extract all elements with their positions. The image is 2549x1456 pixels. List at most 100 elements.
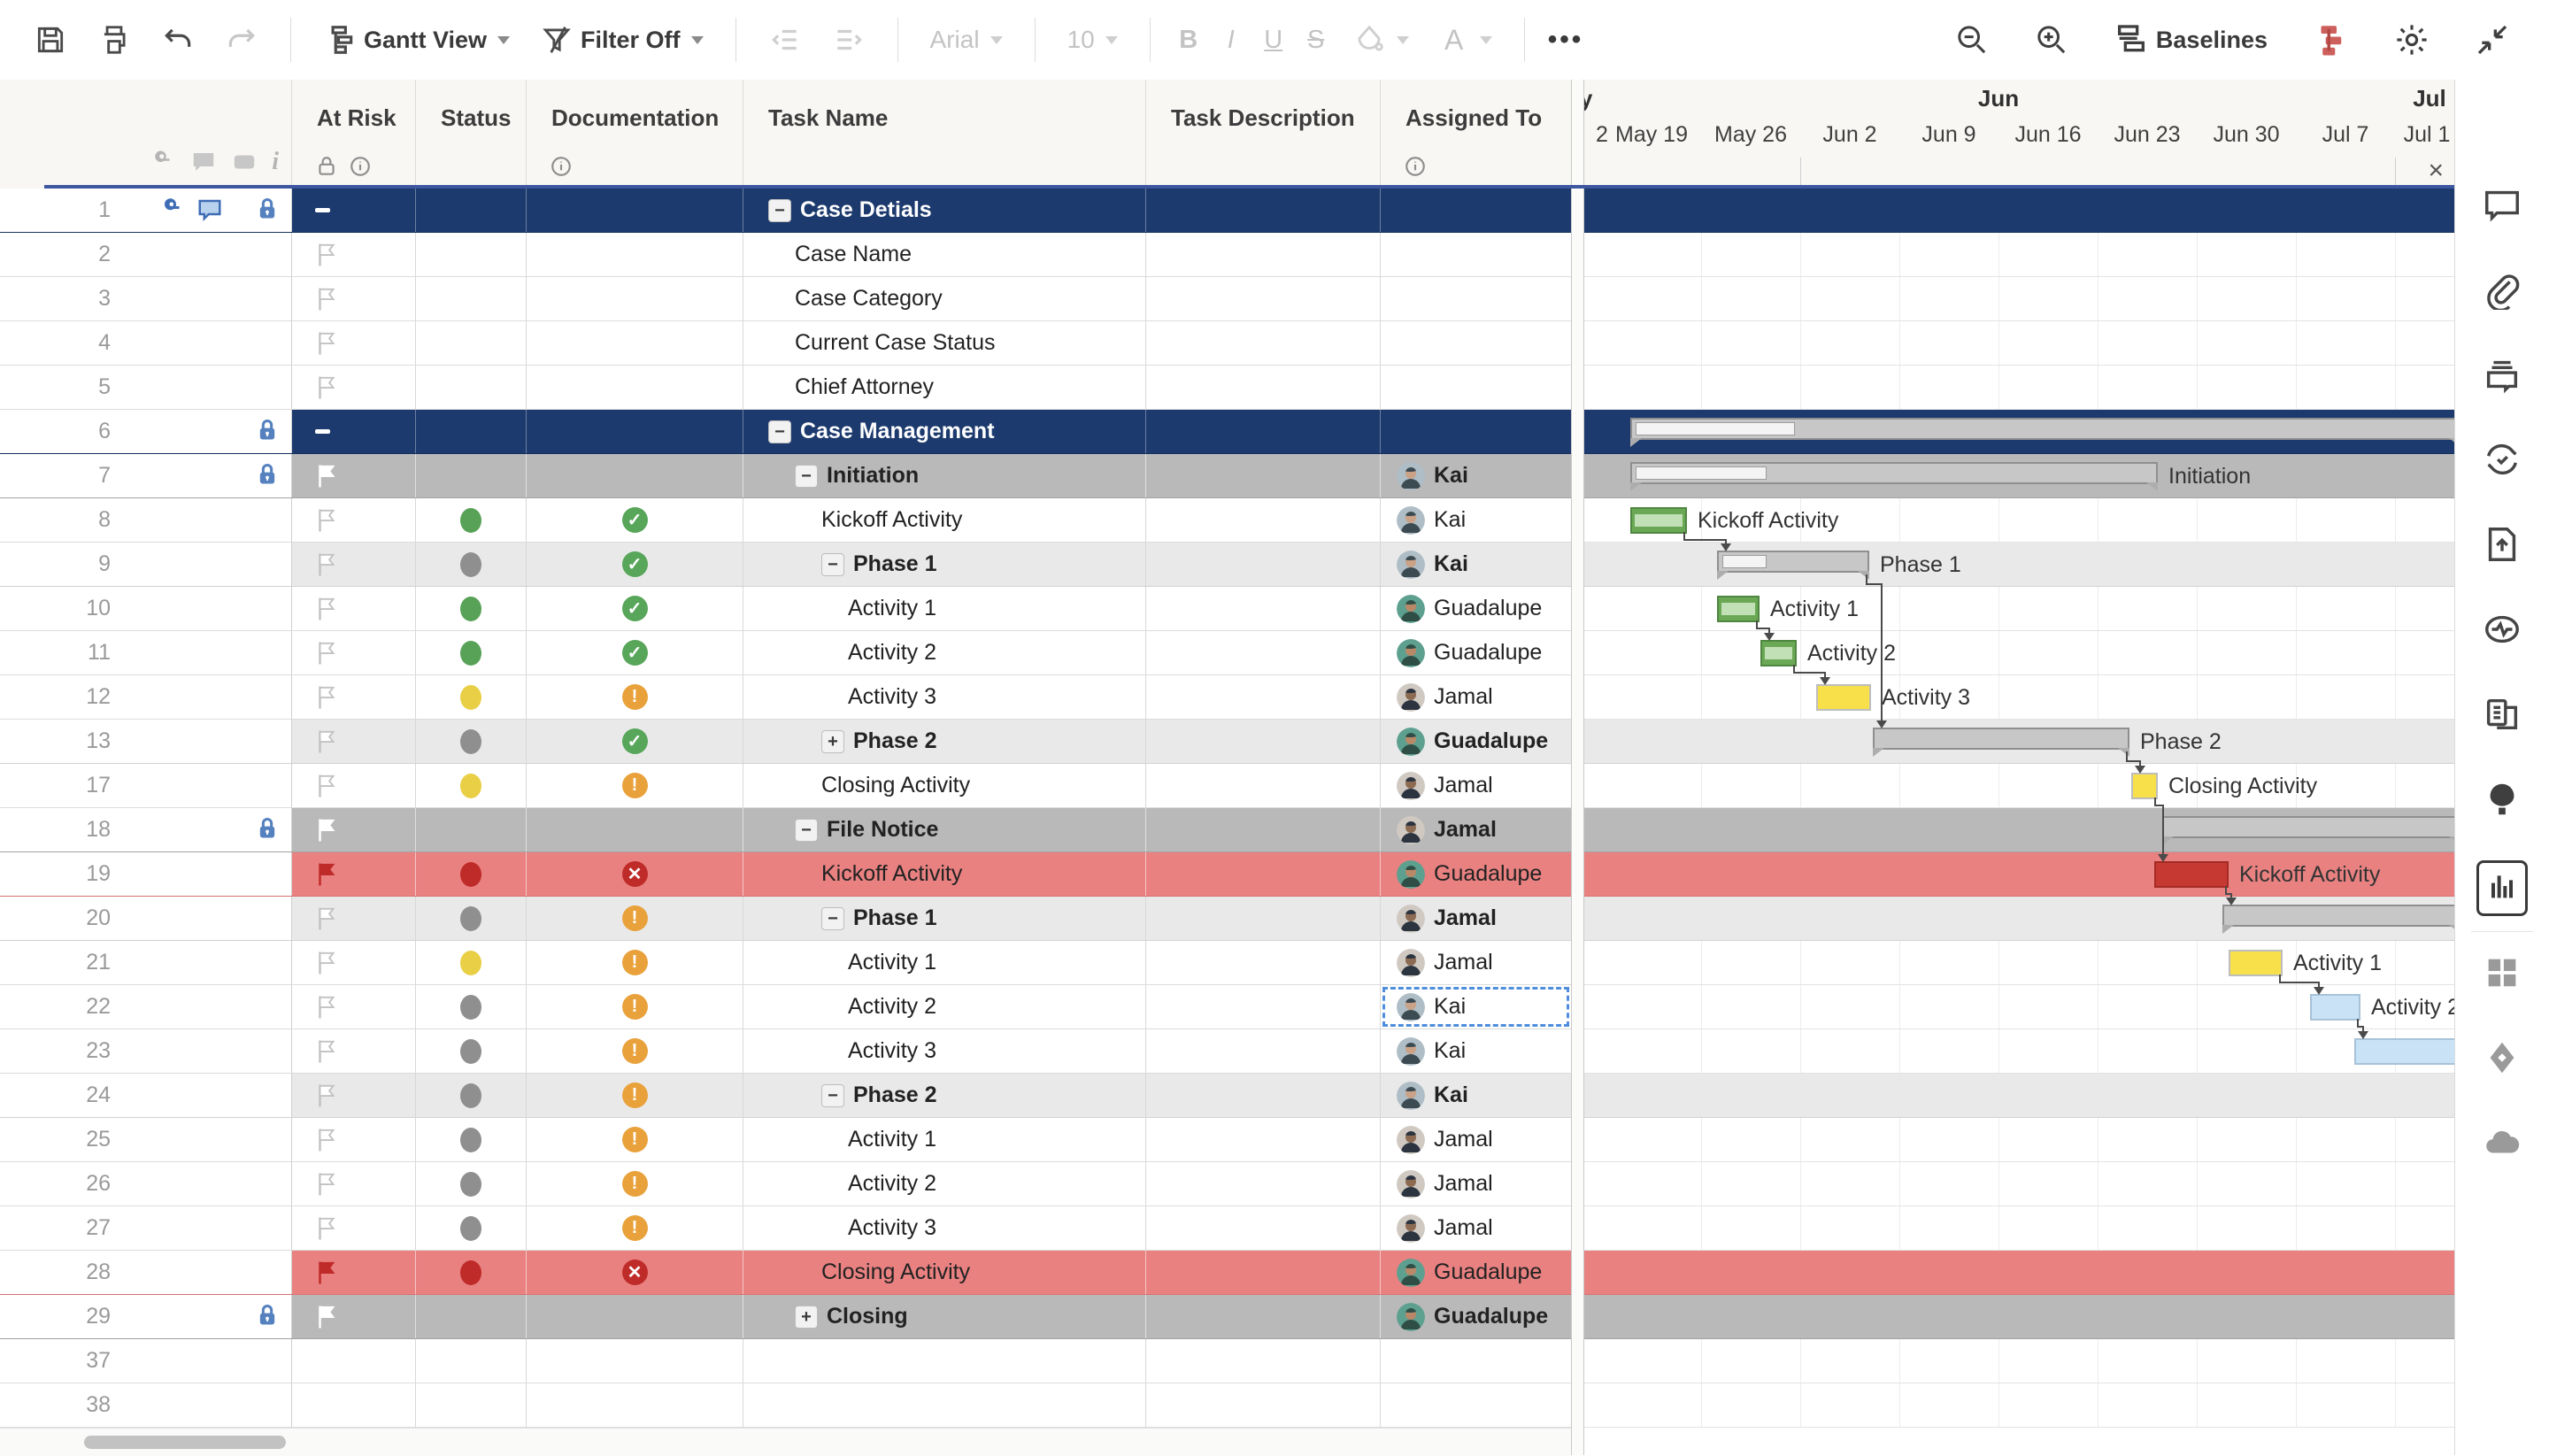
column-header-at-risk[interactable]: At Risk [292, 80, 416, 189]
gantt-task-bar[interactable] [2131, 773, 2158, 799]
cell-at-risk[interactable] [292, 941, 416, 984]
column-header-status[interactable]: Status [416, 80, 527, 189]
cell-assigned-to[interactable]: Guadalupe [1381, 720, 1571, 763]
proofs-button[interactable] [2482, 354, 2522, 399]
row-number[interactable]: 10 [0, 596, 111, 621]
row-gutter[interactable]: 37 [0, 1339, 292, 1383]
cell-assigned-to[interactable] [1381, 410, 1571, 453]
row-number[interactable]: 27 [0, 1215, 111, 1241]
cell-task-description[interactable] [1146, 1383, 1381, 1427]
row-gutter[interactable]: 21 [0, 941, 292, 984]
cell-status[interactable] [416, 675, 527, 719]
cell-at-risk[interactable] [292, 410, 416, 453]
row-gutter[interactable]: 4 [0, 321, 292, 365]
cell-task-name[interactable]: Activity 2 [743, 985, 1146, 1028]
filter-button[interactable]: Filter Off [531, 16, 712, 64]
row-number[interactable]: 9 [0, 551, 111, 577]
cell-status[interactable] [416, 498, 527, 542]
cell-task-name[interactable]: −Initiation [743, 454, 1146, 497]
cell-task-description[interactable] [1146, 498, 1381, 542]
cell-task-name[interactable]: Case Category [743, 277, 1146, 320]
charts-panel-button[interactable] [2476, 860, 2528, 916]
cell-at-risk[interactable] [292, 498, 416, 542]
row-gutter[interactable]: 7 [0, 454, 292, 497]
cell-at-risk[interactable] [292, 189, 416, 232]
cell-task-name[interactable]: −Phase 2 [743, 1074, 1146, 1117]
gantt-summary-bar[interactable] [1630, 418, 2454, 440]
cell-assigned-to[interactable]: Guadalupe [1381, 852, 1571, 896]
gantt-task-bar[interactable] [1717, 596, 1760, 622]
row-gutter[interactable]: 24 [0, 1074, 292, 1117]
gantt-row[interactable]: Activity 2 [1584, 985, 2454, 1029]
cell-task-name[interactable]: Kickoff Activity [743, 498, 1146, 542]
gantt-row[interactable] [1584, 808, 2454, 852]
cell-task-name[interactable]: Activity 1 [743, 587, 1146, 630]
collapse-toggle[interactable]: − [768, 199, 791, 222]
gantt-row[interactable] [1584, 1339, 2454, 1383]
italic-button[interactable]: I [1216, 26, 1246, 55]
cell-task-description[interactable] [1146, 277, 1381, 320]
row-gutter[interactable]: 11 [0, 631, 292, 674]
cell-documentation[interactable]: ! [527, 675, 743, 719]
critical-path-button[interactable] [2303, 14, 2358, 65]
cell-documentation[interactable]: ! [527, 1029, 743, 1073]
cell-at-risk[interactable] [292, 1118, 416, 1161]
column-header-task-name[interactable]: Task Name [743, 80, 1146, 189]
bold-button[interactable]: B [1174, 26, 1204, 55]
cell-status[interactable] [416, 985, 527, 1028]
row-number[interactable]: 20 [0, 905, 111, 931]
row-number[interactable]: 11 [0, 640, 111, 666]
cell-task-description[interactable] [1146, 1251, 1381, 1294]
gantt-row[interactable] [1584, 277, 2454, 321]
row-gutter[interactable]: 13 [0, 720, 292, 763]
cell-task-name[interactable]: Case Name [743, 233, 1146, 276]
undo-button[interactable] [152, 16, 204, 64]
strikethrough-button[interactable]: S [1301, 26, 1331, 55]
cell-task-description[interactable] [1146, 233, 1381, 276]
cell-assigned-to[interactable] [1381, 277, 1571, 320]
cell-assigned-to[interactable] [1381, 321, 1571, 365]
cell-task-description[interactable] [1146, 985, 1381, 1028]
gantt-summary-bar[interactable] [1630, 462, 2158, 484]
cell-status[interactable] [416, 631, 527, 674]
row-number[interactable]: 13 [0, 728, 111, 754]
brandfolder-button[interactable] [2482, 779, 2522, 824]
gantt-row[interactable] [1584, 321, 2454, 366]
apps-button[interactable] [2482, 952, 2522, 998]
cell-task-name[interactable]: Activity 3 [743, 675, 1146, 719]
row-gutter[interactable]: 29 [0, 1295, 292, 1338]
cell-at-risk[interactable] [292, 277, 416, 320]
horizontal-scrollbar[interactable] [0, 1428, 1571, 1456]
cell-at-risk[interactable] [292, 587, 416, 630]
row-number[interactable]: 4 [0, 330, 111, 356]
fill-color-button[interactable] [1344, 16, 1418, 64]
cell-status[interactable] [416, 587, 527, 630]
gantt-row[interactable]: Activity 2 [1584, 631, 2454, 675]
cell-status[interactable] [416, 233, 527, 276]
print-button[interactable] [89, 16, 140, 64]
cell-task-description[interactable] [1146, 1295, 1381, 1338]
cell-task-name[interactable] [743, 1339, 1146, 1383]
cell-assigned-to[interactable]: Kai [1381, 1029, 1571, 1073]
cell-at-risk[interactable] [292, 985, 416, 1028]
gantt-row[interactable] [1584, 233, 2454, 277]
row-number[interactable]: 5 [0, 374, 111, 400]
row-gutter[interactable]: 12 [0, 675, 292, 719]
collapse-toggle[interactable]: − [768, 420, 791, 443]
row-number[interactable]: 1 [0, 197, 111, 223]
row-gutter[interactable]: 25 [0, 1118, 292, 1161]
cell-status[interactable] [416, 1206, 527, 1250]
cell-assigned-to[interactable]: Kai [1381, 985, 1571, 1028]
cell-at-risk[interactable] [292, 1206, 416, 1250]
cell-documentation[interactable] [527, 366, 743, 409]
close-icon[interactable]: × [2428, 158, 2444, 184]
gantt-row[interactable]: Kickoff Activity [1584, 852, 2454, 897]
collapse-toggle[interactable]: − [821, 553, 844, 576]
cell-status[interactable] [416, 852, 527, 896]
font-size-select[interactable]: 10 [1059, 19, 1127, 61]
row-number[interactable]: 2 [0, 242, 111, 267]
gantt-row[interactable] [1584, 410, 2454, 454]
cell-task-name[interactable]: Activity 2 [743, 1162, 1146, 1206]
gantt-row[interactable] [1584, 897, 2454, 941]
gantt-task-bar[interactable] [1630, 507, 1687, 534]
